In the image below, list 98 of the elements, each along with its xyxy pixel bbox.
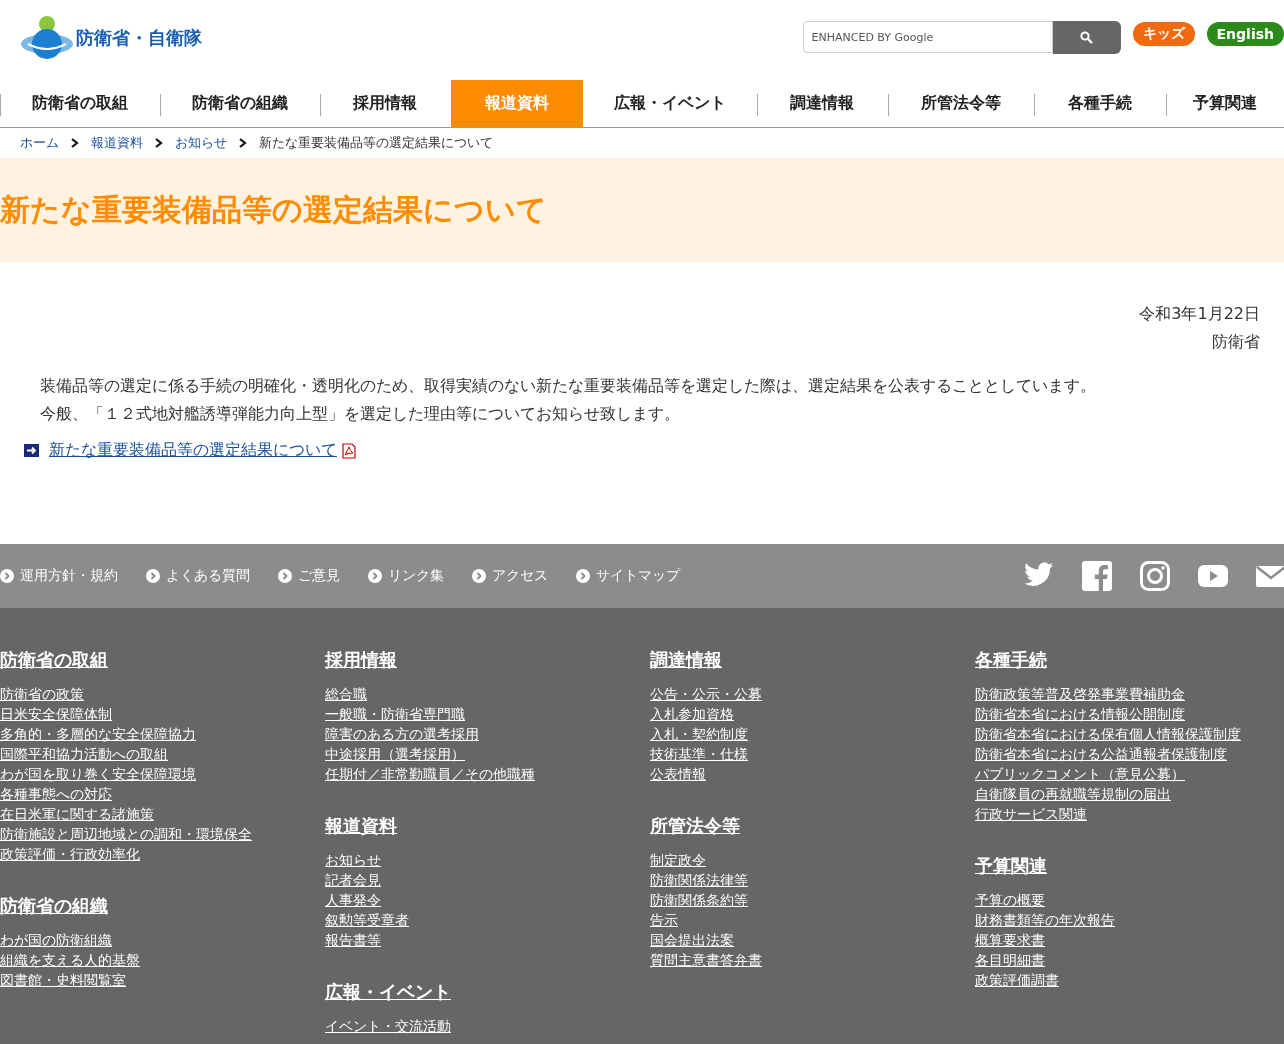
nav-tab[interactable]: 防衛省の取組 (0, 80, 160, 127)
arrow-icon (24, 444, 39, 457)
sitemap-link[interactable]: 防衛施設と周辺地域との調和・環境保全 (0, 824, 325, 844)
sitemap-heading[interactable]: 防衛省の組織 (0, 895, 108, 916)
breadcrumb-link[interactable]: お知らせ (175, 134, 227, 152)
sitemap-link[interactable]: 日米安全保障体制 (0, 704, 325, 724)
sitemap-link[interactable]: 公告・公示・公募 (650, 684, 975, 704)
search-button[interactable] (1052, 20, 1121, 54)
sitemap-link[interactable]: 図書館・史料閲覧室 (0, 970, 325, 990)
sitemap-link[interactable]: 予算の概要 (975, 890, 1284, 910)
sitemap-link[interactable]: 政策評価・行政効率化 (0, 844, 325, 864)
sitemap-link[interactable]: 政策評価調書 (975, 970, 1284, 990)
sitemap-link[interactable]: 国会提出法案 (650, 930, 975, 950)
sitemap-heading[interactable]: 所管法令等 (650, 815, 740, 836)
sitemap-link[interactable]: お知らせ (325, 850, 650, 870)
sitemap-link[interactable]: 中途採用（選考採用） (325, 744, 650, 764)
chevron-icon (576, 569, 590, 583)
sitemap-link[interactable]: 各種事態への対応 (0, 784, 325, 804)
sitemap-link[interactable]: 報告書等 (325, 930, 650, 950)
body-text: 装備品等の選定に係る手続の明確化・透明化のため、取得実績のない新たな重要装備品等を選定した際は、選定結果を公表することとしています。 (40, 376, 1097, 397)
sitemap-heading[interactable]: 広報・イベント (325, 981, 451, 1002)
chevron-icon (368, 569, 382, 583)
language-button[interactable]: キッズ (1132, 22, 1195, 46)
sitemap-link[interactable]: 入札参加資格 (650, 704, 975, 724)
sitemap-link[interactable]: 防衛関係法律等 (650, 870, 975, 890)
language-button[interactable]: English (1206, 22, 1284, 46)
sitemap-link[interactable]: 告示 (650, 910, 975, 930)
body-text: 今般、「１２式地対艦誘導弾能力向上型」を選定した理由等についてお知らせ致します。 (40, 404, 681, 425)
sitemap-link[interactable]: 国際平和協力活動への取組 (0, 744, 325, 764)
footer-link[interactable]: 運用方針・規約 (0, 567, 118, 585)
sitemap-link[interactable]: イベント・交流活動 (325, 1016, 650, 1036)
sitemap-link[interactable]: 叙勲等受章者 (325, 910, 650, 930)
sitemap-link[interactable]: 総合職 (325, 684, 650, 704)
sitemap-link[interactable]: 自衛隊員の再就職等規制の届出 (975, 784, 1284, 804)
sitemap-link[interactable]: 質問主意書答弁書 (650, 950, 975, 970)
nav-tab[interactable]: 広報・イベント (582, 80, 757, 127)
sitemap-heading[interactable]: 防衛省の取組 (0, 649, 108, 670)
sitemap-link[interactable]: わが国を取り巻く安全保障環境 (0, 764, 325, 784)
sitemap-link[interactable]: 防衛省本省における情報公開制度 (975, 704, 1284, 724)
sitemap-link[interactable]: 財務書類等の年次報告 (975, 910, 1284, 930)
sitemap-heading[interactable]: 採用情報 (325, 649, 397, 670)
sitemap-link[interactable]: 概算要求書 (975, 930, 1284, 950)
footer-link[interactable]: リンク集 (368, 567, 444, 585)
page-title: 新たな重要装備品等の選定結果について (0, 190, 547, 229)
sitemap-link[interactable]: 防衛関係条約等 (650, 890, 975, 910)
sitemap-link[interactable]: 防衛省の政策 (0, 684, 325, 704)
breadcrumb-link[interactable]: ホーム (20, 134, 59, 152)
chevron-icon (146, 569, 160, 583)
search-field[interactable]: ENHANCED BY Google (802, 21, 1053, 53)
instagram-icon[interactable] (1139, 560, 1171, 592)
nav-tab[interactable]: 防衛省の組織 (159, 80, 320, 127)
footer-link[interactable]: ご意見 (278, 567, 340, 585)
sitemap-link[interactable]: 多角的・多層的な安全保障協力 (0, 724, 325, 744)
author: 防衛省 (1212, 331, 1260, 353)
pdf-icon (341, 442, 357, 459)
footer-link[interactable]: サイトマップ (576, 567, 680, 585)
nav-tab[interactable]: 各種手続 (1034, 80, 1166, 127)
sitemap-link[interactable]: 防衛省本省における保有個人情報保護制度 (975, 724, 1284, 744)
breadcrumb-link[interactable]: 報道資料 (91, 134, 143, 152)
chevron-icon (278, 569, 292, 583)
sitemap-link[interactable]: 公表情報 (650, 764, 975, 784)
chevron-icon (155, 138, 163, 148)
sitemap-link[interactable]: パブリックコメント（意見公募） (975, 764, 1284, 784)
sitemap-link[interactable]: 障害のある方の選考採用 (325, 724, 650, 744)
nav-tab[interactable]: 予算関連 (1165, 80, 1284, 127)
nav-tab[interactable]: 調達情報 (756, 80, 888, 127)
sitemap-heading[interactable]: 報道資料 (325, 815, 397, 836)
nav-tab[interactable]: 所管法令等 (887, 80, 1035, 127)
publish-date: 令和3年1月22日 (1139, 303, 1260, 325)
document-link[interactable]: 新たな重要装備品等の選定結果について (49, 440, 337, 461)
site-name[interactable]: 防衛省・自衛隊 (76, 26, 202, 50)
sitemap-heading[interactable]: 各種手続 (975, 649, 1047, 670)
sitemap-link[interactable]: 防衛省本省における公益通報者保護制度 (975, 744, 1284, 764)
sitemap-link[interactable]: 在日米軍に関する諸施策 (0, 804, 325, 824)
chevron-icon (239, 138, 247, 148)
sitemap-link[interactable]: 行政サービス関連 (975, 804, 1284, 824)
search-icon (1080, 30, 1094, 44)
sitemap-link[interactable]: わが国の防衛組織 (0, 930, 325, 950)
sitemap-link[interactable]: 制定政令 (650, 850, 975, 870)
sitemap-link[interactable]: 任期付／非常勤職員／その他職種 (325, 764, 650, 784)
breadcrumb-current: 新たな重要装備品等の選定結果について (259, 134, 493, 152)
nav-tab[interactable]: 採用情報 (319, 80, 452, 127)
facebook-icon[interactable] (1081, 560, 1113, 592)
chevron-icon (71, 138, 79, 148)
sitemap-link[interactable]: 入札・契約制度 (650, 724, 975, 744)
sitemap-link[interactable]: 各目明細書 (975, 950, 1284, 970)
sitemap-heading[interactable]: 調達情報 (650, 649, 722, 670)
sitemap-link[interactable]: 技術基準・仕様 (650, 744, 975, 764)
logo-icon[interactable] (20, 14, 74, 62)
sitemap-link[interactable]: 防衛政策等普及啓発事業費補助金 (975, 684, 1284, 704)
sitemap-link[interactable]: 一般職・防衛省専門職 (325, 704, 650, 724)
chevron-icon (472, 569, 486, 583)
footer-link[interactable]: アクセス (472, 567, 548, 585)
sitemap-link[interactable]: 人事発令 (325, 890, 650, 910)
footer-link[interactable]: よくある質問 (146, 567, 250, 585)
sitemap-link[interactable]: 組織を支える人的基盤 (0, 950, 325, 970)
sitemap-heading[interactable]: 予算関連 (975, 855, 1047, 876)
sitemap-link[interactable]: 記者会見 (325, 870, 650, 890)
